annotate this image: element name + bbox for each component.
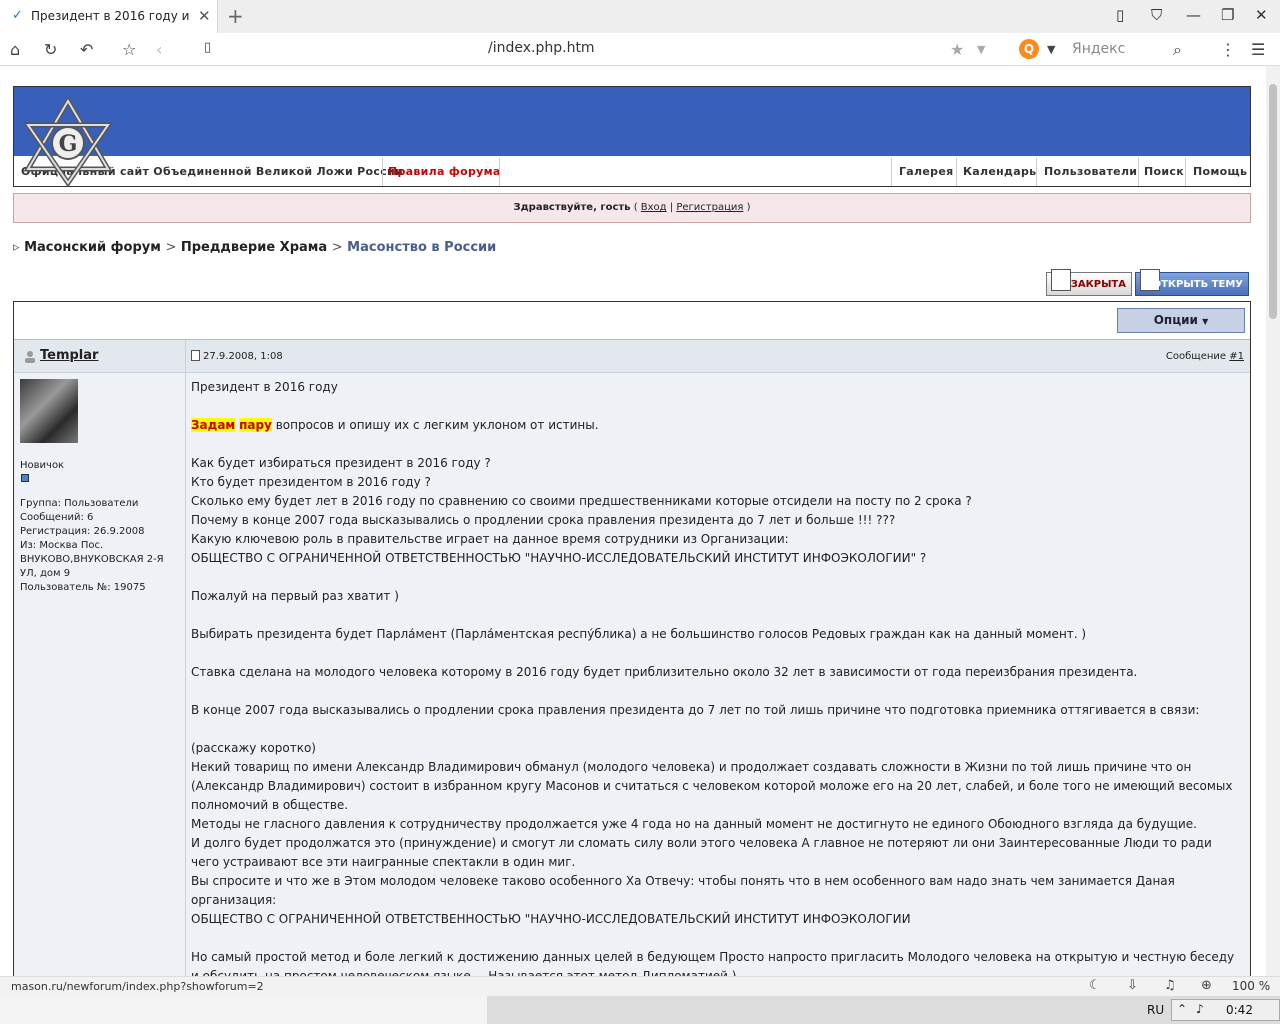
search-input[interactable]: Яндекс xyxy=(1072,41,1125,57)
login-link[interactable]: Вход xyxy=(641,202,667,213)
nav-calendar[interactable]: Календарь xyxy=(963,165,1036,178)
back-icon[interactable]: ‹ xyxy=(156,40,162,59)
forum-rules-link[interactable]: Правила форума xyxy=(388,165,501,178)
language-indicator[interactable]: RU xyxy=(1147,1003,1164,1017)
nav-search[interactable]: Поиск xyxy=(1144,165,1184,178)
minimize-icon[interactable]: — xyxy=(1186,6,1201,24)
highlight-word: пару xyxy=(239,418,272,432)
home-icon[interactable]: ⌂ xyxy=(10,40,20,59)
chevron-down-icon[interactable]: ▼ xyxy=(977,43,985,56)
bookmark-star-icon[interactable]: ☆ xyxy=(122,40,136,59)
topic-closed-button[interactable]: ЗАКРЫТА xyxy=(1046,269,1132,296)
search-engine-chevron-icon[interactable]: ▼ xyxy=(1047,43,1055,56)
author-name-link[interactable]: Templar xyxy=(40,348,98,363)
post-doc-icon xyxy=(191,350,200,361)
browser-tab-bar: ✓ Президент в 2016 году и Чаши ✕ + ▯ ⛉ —… xyxy=(0,0,1280,33)
options-row: Опции ▼ xyxy=(14,302,1250,340)
breadcrumb-arrow-icon: ▹ xyxy=(13,240,20,255)
address-bar: ⌂ ↻ ↶ ☆ ‹ ▯ /index.php.htm ★ ▼ Q ▼ Яндек… xyxy=(0,33,1280,66)
new-tab-icon[interactable]: + xyxy=(227,4,244,28)
more-icon[interactable]: ⋮ xyxy=(1220,40,1236,59)
tray-expand-icon[interactable]: ⌃ xyxy=(1177,1002,1187,1016)
clock: 0:42 xyxy=(1226,1003,1253,1017)
welcome-text: Здравствуйте, гость xyxy=(513,202,631,213)
tab-title: Президент в 2016 году и Чаши xyxy=(31,9,191,23)
reader-mode-icon[interactable]: ▯ xyxy=(1116,6,1124,24)
dropdown-arrow-icon: ▼ xyxy=(1202,317,1209,326)
sound-icon[interactable]: ♫ xyxy=(1164,978,1176,993)
header-banner xyxy=(14,87,1250,156)
nav-help[interactable]: Помощь xyxy=(1193,165,1247,178)
url-field[interactable]: /index.php.htm xyxy=(488,40,595,56)
post-header: 27.9.2008, 1:08 Сообщение #1 xyxy=(186,340,1250,373)
avatar[interactable] xyxy=(20,379,78,443)
rank-pip-icon xyxy=(21,474,29,482)
status-url: mason.ru/newforum/index.php?showforum=2 xyxy=(11,980,264,993)
user-info: Группа: Пользователи Сообщений: 6 Регист… xyxy=(20,498,164,593)
reload-icon[interactable]: ↻ xyxy=(44,40,57,59)
post-body: Президент в 2016 году Задам пару вопросо… xyxy=(186,373,1250,976)
close-tab-icon[interactable]: ✕ xyxy=(198,7,211,25)
page-scrollbar[interactable] xyxy=(1266,66,1280,976)
new-topic-button[interactable]: ОТКРЫТЬ ТЕМУ xyxy=(1135,269,1249,296)
tray-volume-icon[interactable]: ♪ xyxy=(1196,1002,1204,1016)
moon-icon[interactable]: ☾ xyxy=(1089,978,1101,993)
zoom-icon[interactable]: ⊕ xyxy=(1201,978,1212,993)
breadcrumb-current[interactable]: Масонство в России xyxy=(347,240,496,255)
lock-doc-icon xyxy=(1051,269,1071,291)
menu-icon[interactable]: ☰ xyxy=(1251,40,1265,59)
download-icon[interactable]: ⇩ xyxy=(1127,978,1138,993)
extensions-icon[interactable]: ⛉ xyxy=(1151,6,1162,24)
taskbar-app-area xyxy=(0,996,487,1024)
breadcrumb-forum[interactable]: Масонский форум xyxy=(24,240,161,255)
register-link[interactable]: Регистрация xyxy=(676,202,743,213)
page-viewport: Официальный сайт Объединенной Великой Ло… xyxy=(0,66,1266,976)
undo-icon[interactable]: ↶ xyxy=(80,40,93,59)
favorite-star-icon[interactable]: ★ xyxy=(950,40,964,59)
search-icon[interactable]: ⌕ xyxy=(1173,40,1182,60)
post-table: Опции ▼ Templar 27.9.2008, 1:08 Сообщени… xyxy=(13,301,1251,976)
scroll-thumb[interactable] xyxy=(1269,84,1277,319)
page-icon: ▯ xyxy=(204,40,212,55)
user-rank: Новичок xyxy=(20,460,65,471)
highlight-word: Задам xyxy=(191,418,236,432)
post-date: 27.9.2008, 1:08 xyxy=(203,351,283,362)
masonic-logo-icon: G xyxy=(23,96,113,187)
forum-header: Официальный сайт Объединенной Великой Ло… xyxy=(13,86,1251,187)
nav-users[interactable]: Пользователи xyxy=(1044,165,1137,178)
post-text: Президент в 2016 году Задам пару вопросо… xyxy=(191,380,1235,976)
options-button[interactable]: Опции ▼ xyxy=(1117,308,1245,333)
post-permalink[interactable]: #1 xyxy=(1229,351,1244,362)
os-taskbar: RU ⌃ ♪ 0:42 xyxy=(0,996,1280,1024)
site-favicon-icon: ✓ xyxy=(12,8,23,23)
yandex-logo-icon: Q xyxy=(1019,39,1039,59)
post-number: Сообщение #1 xyxy=(1165,351,1244,362)
nav-gallery[interactable]: Галерея xyxy=(899,165,953,178)
forum-nav-row: Официальный сайт Объединенной Великой Ло… xyxy=(14,158,1250,186)
author-column: Новичок Группа: Пользователи Сообщений: … xyxy=(14,373,186,976)
status-bar: mason.ru/newforum/index.php?showforum=2 … xyxy=(0,976,1280,996)
breadcrumb-antechamber[interactable]: Преддверие Храма xyxy=(181,240,327,255)
maximize-icon[interactable]: ❐ xyxy=(1221,6,1234,24)
svg-text:G: G xyxy=(59,131,78,157)
close-window-icon[interactable]: ✕ xyxy=(1255,6,1268,24)
browser-tab[interactable]: ✓ Президент в 2016 году и Чаши ✕ xyxy=(0,0,218,33)
breadcrumb: ▹ Масонский форум > Преддверие Храма > М… xyxy=(13,240,497,255)
author-header: Templar xyxy=(14,340,186,373)
welcome-bar: Здравствуйте, гость ( Вход | Регистрация… xyxy=(13,193,1251,223)
zoom-level[interactable]: 100 % xyxy=(1232,979,1270,993)
user-offline-icon xyxy=(25,351,35,363)
